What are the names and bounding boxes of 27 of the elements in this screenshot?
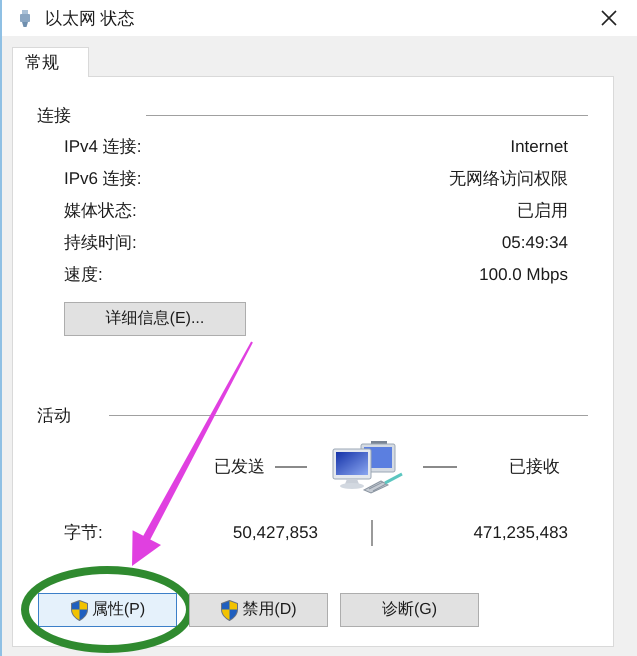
received-bytes: 471,235,483 (472, 522, 568, 544)
plug-icon (19, 10, 31, 26)
field-label: 媒体状态: (64, 200, 137, 222)
field-value: 05:49:34 (502, 232, 568, 254)
field-label: IPv4 连接: (64, 136, 142, 158)
action-button[interactable]: 属性(P) (38, 593, 177, 627)
field-label: IPv6 连接: (64, 168, 142, 190)
close-icon (601, 10, 617, 26)
tab[interactable]: 常规 (12, 47, 89, 77)
section-heading: 连接 (37, 106, 71, 124)
field-label: 持续时间: (64, 232, 137, 254)
sent-bytes: 50,427,853 (232, 522, 318, 544)
details-button[interactable]: 详细信息(E)... (64, 302, 246, 336)
action-button[interactable]: 诊断(G) (340, 593, 479, 627)
field-label: 字节: (64, 522, 104, 544)
field-label: 速度: (64, 264, 103, 286)
action-button[interactable]: 禁用(D) (189, 593, 328, 627)
window-title: 以太网 状态 (45, 10, 135, 26)
field-value: Internet (510, 136, 568, 158)
close-button[interactable] (601, 10, 617, 26)
field-value: 无网络访问权限 (449, 168, 568, 190)
network-computers-icon (331, 440, 403, 494)
field-value: 100.0 Mbps (479, 264, 568, 286)
received-label: 已接收 (509, 456, 560, 478)
section-heading: 活动 (37, 406, 71, 424)
sent-label: 已发送 (214, 456, 265, 478)
field-value: 已启用 (517, 200, 568, 222)
